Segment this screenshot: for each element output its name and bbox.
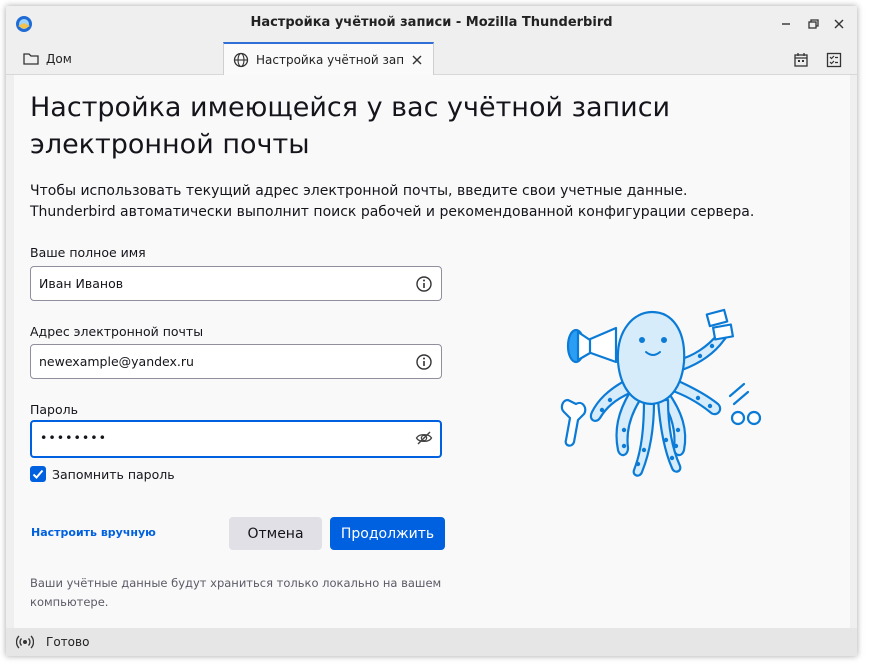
continue-button[interactable]: Продолжить [330,517,445,550]
tab-home-label: Дом [46,52,72,66]
storage-note: Ваши учётные данные будут храниться толь… [30,576,442,609]
remember-password-row[interactable]: Запомнить пароль [30,466,175,482]
info-icon[interactable] [415,275,433,293]
close-tab-icon[interactable] [409,52,425,68]
tab-home[interactable]: Дом [14,44,214,74]
eye-slash-icon[interactable] [415,429,433,447]
tab-account-setup[interactable]: Настройка учётной записи [223,42,434,76]
checkmark-icon [32,469,44,479]
info-icon[interactable] [415,353,433,371]
octopus-illustration [560,308,762,477]
close-window-icon[interactable] [829,14,849,34]
full-name-field[interactable] [30,266,442,301]
calendar-icon[interactable] [791,50,811,70]
password-input[interactable] [40,421,400,454]
page-title: Настройка имеющейся у вас учётной записи… [30,92,671,160]
full-name-label: Ваше полное имя [30,245,146,260]
account-setup-page: Настройка имеющейся у вас учётной записи… [14,75,850,628]
folder-icon [22,50,40,68]
page-description: Чтобы использовать текущий адрес электро… [30,181,830,223]
app-window: Настройка учётной записи - Mozilla Thund… [6,6,857,656]
remember-password-label: Запомнить пароль [52,466,175,482]
email-input[interactable] [39,345,399,378]
status-bar: Готово [6,628,857,656]
cancel-button[interactable]: Отмена [229,517,322,550]
full-name-input[interactable] [39,267,399,300]
password-field[interactable] [30,420,442,458]
description-line-2: Thunderbird автоматически выполнит поиск… [30,204,755,220]
restore-icon[interactable] [803,14,823,34]
manual-config-link[interactable]: Настроить вручную [31,526,156,539]
title-bar: Настройка учётной записи - Mozilla Thund… [6,6,857,42]
password-label: Пароль [30,402,78,417]
status-text: Готово [46,635,90,649]
connection-status-icon [16,633,34,651]
email-field[interactable] [30,344,442,379]
tasks-icon[interactable] [824,50,844,70]
minimize-icon[interactable] [776,14,796,34]
remember-password-checkbox[interactable] [30,466,46,482]
tab-account-setup-label: Настройка учётной записи [256,53,403,67]
description-line-1: Чтобы использовать текущий адрес электро… [30,183,688,199]
globe-icon [232,51,250,69]
tab-bar: Дом Настройка учётной записи [6,42,857,76]
email-label: Адрес электронной почты [30,324,204,339]
window-title: Настройка учётной записи - Mozilla Thund… [250,15,613,30]
